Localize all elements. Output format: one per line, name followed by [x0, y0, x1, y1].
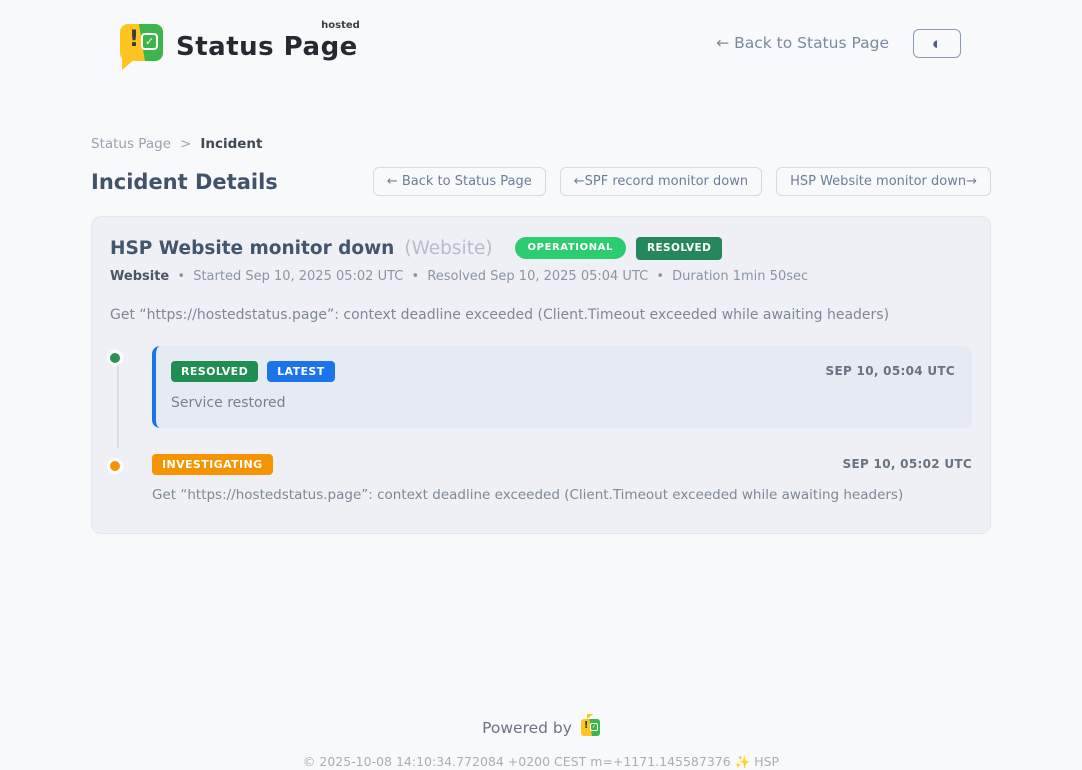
timeline-dot-orange — [107, 458, 123, 474]
header: ! ✓ Status Page hosted ← Back to Status … — [0, 0, 1082, 72]
breadcrumb-incident: Incident — [200, 136, 262, 152]
incident-component: (Website) — [404, 238, 492, 259]
timeline-timestamp: SEP 10, 05:04 UTC — [826, 364, 955, 378]
powered-by-label: Powered by — [482, 719, 572, 737]
meta-bullet: • — [656, 269, 664, 284]
meta-component: Website — [110, 269, 169, 284]
next-incident-button[interactable]: HSP Website monitor down→ — [776, 167, 991, 196]
meta-bullet: • — [177, 269, 185, 284]
footer-logo-icon[interactable]: ! ✓ — [581, 719, 600, 736]
timeline-entry-investigating: INVESTIGATING SEP 10, 05:02 UTC Get “htt… — [110, 454, 972, 503]
status-page-logo-icon: ! ✓ — [120, 24, 163, 61]
footer: Powered by ! ✓ © 2025-10-08 14:10:34.772… — [91, 719, 991, 770]
incident-description: Get “https://hostedstatus.page”: context… — [110, 307, 972, 323]
meta-bullet: • — [412, 269, 420, 284]
meta-duration: Duration 1min 50sec — [672, 269, 808, 284]
timeline-badges: RESOLVED LATEST — [171, 361, 335, 382]
timeline-entry-resolved: RESOLVED LATEST SEP 10, 05:04 UTC Servic… — [110, 346, 972, 428]
operational-status-badge: OPERATIONAL — [515, 237, 626, 259]
header-actions: ← Back to Status Page ◐ — [716, 29, 961, 58]
resolved-badge: RESOLVED — [171, 361, 258, 382]
latest-badge: LATEST — [267, 361, 335, 382]
prev-incident-button[interactable]: ←SPF record monitor down — [560, 167, 762, 196]
check-icon: ✓ — [141, 33, 158, 50]
timeline-update-box: RESOLVED LATEST SEP 10, 05:04 UTC Servic… — [152, 346, 972, 428]
back-to-status-page-button[interactable]: ← Back to Status Page — [373, 167, 546, 196]
timeline-badges-row: RESOLVED LATEST SEP 10, 05:04 UTC — [171, 361, 955, 382]
timeline-message: Service restored — [171, 395, 955, 411]
title-row: Incident Details ← Back to Status Page ←… — [91, 167, 991, 196]
copyright-line: © 2025-10-08 14:10:34.772084 +0200 CEST … — [91, 754, 991, 770]
main-content: Status Page > Incident Incident Details … — [91, 136, 991, 770]
logo-bubble: ! ✓ — [581, 719, 600, 736]
incident-meta: Website • Started Sep 10, 2025 05:02 UTC… — [110, 269, 972, 284]
breadcrumb: Status Page > Incident — [91, 136, 991, 152]
meta-started: Started Sep 10, 2025 05:02 UTC — [193, 269, 403, 284]
timeline-message: Get “https://hostedstatus.page”: context… — [152, 487, 972, 503]
breadcrumb-status-page[interactable]: Status Page — [91, 136, 171, 152]
exclamation-icon: ! — [129, 29, 139, 51]
incident-title: HSP Website monitor down — [110, 238, 394, 259]
check-icon: ✓ — [590, 723, 598, 731]
timeline-dot-green — [107, 350, 123, 366]
timeline-timestamp: SEP 10, 05:02 UTC — [843, 457, 972, 471]
page-title: Incident Details — [91, 170, 278, 194]
header-back-link[interactable]: ← Back to Status Page — [716, 34, 889, 52]
exclamation-icon: ! — [584, 721, 589, 731]
logo-text: Status Page hosted — [176, 24, 358, 62]
powered-by: Powered by ! ✓ — [91, 719, 991, 737]
hosted-tag: hosted — [321, 20, 360, 31]
incident-card: HSP Website monitor down (Website) OPERA… — [91, 216, 991, 534]
logo-bubble-tail — [122, 59, 135, 70]
investigating-badge: INVESTIGATING — [152, 454, 273, 475]
timeline-badges-row: INVESTIGATING SEP 10, 05:02 UTC — [152, 454, 972, 475]
brand-name: Status Page — [176, 32, 358, 62]
logo-bubble: ! ✓ — [120, 24, 163, 61]
incident-timeline: RESOLVED LATEST SEP 10, 05:04 UTC Servic… — [110, 346, 972, 503]
breadcrumb-separator: > — [180, 136, 191, 152]
incident-title-row: HSP Website monitor down (Website) OPERA… — [110, 237, 972, 260]
contrast-icon: ◐ — [932, 35, 942, 52]
brand-logo[interactable]: ! ✓ Status Page hosted — [120, 24, 358, 62]
incident-nav-buttons: ← Back to Status Page ←SPF record monito… — [373, 167, 991, 196]
meta-resolved: Resolved Sep 10, 2025 05:04 UTC — [427, 269, 648, 284]
resolved-status-badge: RESOLVED — [636, 237, 722, 260]
theme-toggle-button[interactable]: ◐ — [913, 29, 961, 58]
